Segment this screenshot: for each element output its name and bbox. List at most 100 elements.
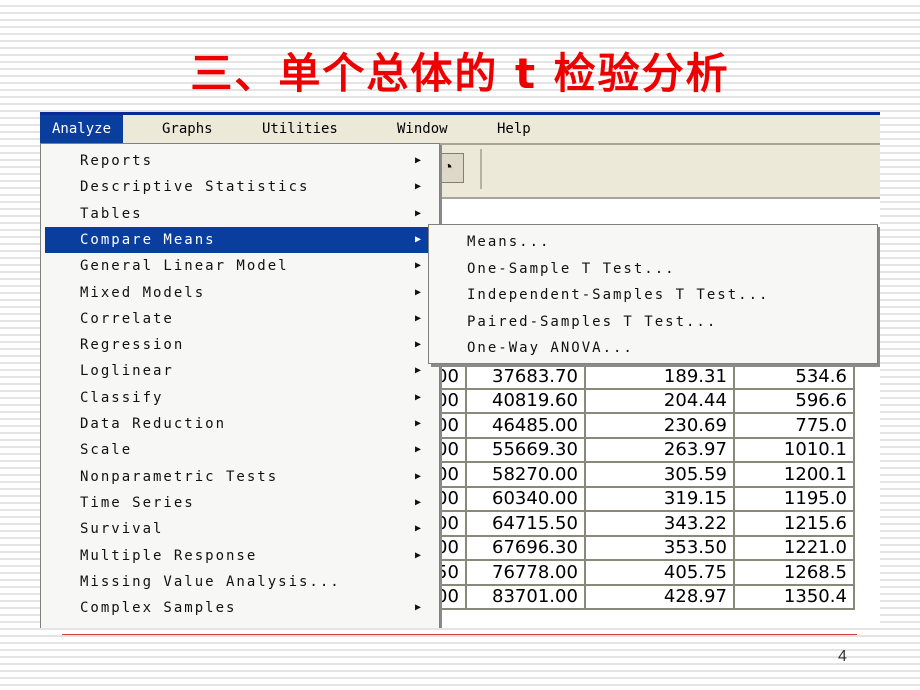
menu-item-classify[interactable]: Classify ▶ — [45, 385, 437, 411]
menu-item-correlate[interactable]: Correlate ▶ — [45, 306, 437, 332]
menu-item-label: Scale — [80, 442, 133, 459]
table-cell[interactable]: 775.0 — [732, 412, 855, 439]
footer-divider — [62, 634, 857, 635]
data-grid: 00 37683.70 189.31 534.6 00 40819.60 204.44 596… — [428, 363, 855, 610]
submenu-item-independent-samples-t-test[interactable]: Independent-Samples T Test... — [467, 282, 769, 308]
menu-item-nonparametric-tests[interactable]: Nonparametric Tests ▶ — [45, 464, 437, 490]
table-cell[interactable]: 1010.1 — [732, 436, 855, 463]
table-cell[interactable]: 1221.0 — [732, 534, 855, 561]
table-cell[interactable]: 596.6 — [732, 387, 855, 414]
menu-item-label: Complex Samples — [80, 600, 237, 617]
menu-item-label: Correlate — [80, 310, 174, 327]
menu-item-multiple-response[interactable]: Multiple Response ▶ — [45, 543, 437, 569]
table-cell[interactable]: 76778.00 — [464, 559, 586, 586]
table-cell[interactable]: 428.97 — [583, 583, 735, 610]
table-cell[interactable]: 204.44 — [583, 387, 735, 414]
submenu-arrow-icon: ▶ — [415, 496, 424, 508]
menu-item-tables[interactable]: Tables ▶ — [45, 201, 437, 227]
menu-item-label: Regression — [80, 337, 185, 354]
table-cell[interactable]: 305.59 — [583, 461, 735, 488]
table-cell[interactable]: 55669.30 — [464, 436, 586, 463]
menu-help[interactable]: Help — [485, 115, 543, 143]
table-cell[interactable]: 1195.0 — [732, 485, 855, 512]
table-cell[interactable]: 58270.00 — [464, 461, 586, 488]
submenu-item-paired-samples-t-test[interactable]: Paired-Samples T Test... — [467, 309, 717, 335]
menu-item-descriptive-statistics[interactable]: Descriptive Statistics ▶ — [45, 174, 437, 200]
menu-item-general-linear-model[interactable]: General Linear Model ▶ — [45, 253, 437, 279]
menu-item-complex-samples[interactable]: Complex Samples ▶ — [45, 595, 437, 621]
table-row: 00 55669.30 263.97 1010.1 — [428, 436, 855, 463]
table-cell[interactable]: 67696.30 — [464, 534, 586, 561]
menu-item-regression[interactable]: Regression ▶ — [45, 332, 437, 358]
menu-item-label: Classify — [80, 389, 164, 406]
menu-item-label: General Linear Model — [80, 258, 289, 275]
menu-window[interactable]: Window — [385, 115, 460, 143]
menu-graphs[interactable]: Graphs — [150, 115, 225, 143]
table-cell[interactable]: 40819.60 — [464, 387, 586, 414]
table-cell[interactable]: 189.31 — [583, 363, 735, 390]
submenu-item-means[interactable]: Means... — [467, 229, 550, 255]
table-cell[interactable]: 46485.00 — [464, 412, 586, 439]
submenu-arrow-icon: ▶ — [415, 444, 424, 456]
table-cell[interactable]: 37683.70 — [464, 363, 586, 390]
table-cell[interactable]: 230.69 — [583, 412, 735, 439]
menu-item-label: Nonparametric Tests — [80, 468, 279, 485]
table-cell[interactable]: 263.97 — [583, 436, 735, 463]
toolbar-separator — [480, 149, 482, 189]
table-row: 00 58270.00 305.59 1200.1 — [428, 461, 855, 488]
menu-item-label: Data Reduction — [80, 416, 227, 432]
table-row: 00 67696.30 353.50 1221.0 — [428, 534, 855, 561]
table-cell[interactable]: 405.75 — [583, 559, 735, 586]
table-row: 00 83701.00 428.97 1350.4 — [428, 583, 855, 610]
table-cell[interactable]: 534.6 — [732, 363, 855, 390]
menu-item-scale[interactable]: Scale ▶ — [45, 437, 437, 463]
submenu-arrow-icon: ▶ — [415, 523, 424, 535]
table-row: 00 46485.00 230.69 775.0 — [428, 412, 855, 439]
submenu-arrow-icon: ▶ — [415, 602, 424, 614]
menu-analyze[interactable]: Analyze — [40, 115, 124, 143]
table-cell[interactable]: 319.15 — [583, 485, 735, 512]
submenu-arrow-icon: ▶ — [415, 260, 424, 272]
submenu-item-one-sample-t-test[interactable]: One-Sample T Test... — [467, 256, 676, 282]
submenu-arrow-icon: ▶ — [415, 339, 424, 351]
table-cell[interactable]: 1215.6 — [732, 510, 855, 537]
menu-item-label: Compare Means — [80, 231, 216, 248]
table-row: 00 40819.60 204.44 596.6 — [428, 387, 855, 414]
menu-item-label: Descriptive Statistics — [80, 179, 310, 196]
table-cell[interactable]: 83701.00 — [464, 583, 586, 610]
analyze-menu: Reports ▶ Descriptive Statistics ▶ Tables ▶ Co… — [40, 143, 440, 628]
table-row: 00 60340.00 319.15 1195.0 — [428, 485, 855, 512]
slide-title: 三、单个总体的 t 检验分析 — [190, 49, 730, 98]
table-cell[interactable]: 64715.50 — [464, 510, 586, 537]
submenu-arrow-icon: ▶ — [415, 391, 424, 403]
table-cell[interactable]: 1350.4 — [732, 583, 855, 610]
table-row: 50 76778.00 405.75 1268.5 — [428, 559, 855, 586]
compare-means-submenu: Means... One-Sample T Test... Independent-… — [428, 224, 878, 364]
menu-item-time-series[interactable]: Time Series ▶ — [45, 490, 437, 516]
table-cell[interactable]: 353.50 — [583, 534, 735, 561]
submenu-arrow-icon: ▶ — [415, 155, 424, 166]
menu-item-survival[interactable]: Survival ▶ — [45, 516, 437, 542]
menu-utilities[interactable]: Utilities — [250, 115, 350, 143]
menu-item-label: Mixed Models — [80, 284, 206, 301]
table-cell[interactable]: 1200.1 — [732, 461, 855, 488]
table-cell[interactable]: 343.22 — [583, 510, 735, 537]
submenu-item-one-way-anova[interactable]: One-Way ANOVA... — [467, 335, 634, 361]
submenu-arrow-icon: ▶ — [415, 470, 424, 482]
table-cell[interactable]: 60340.00 — [464, 485, 586, 512]
menu-item-mixed-models[interactable]: Mixed Models ▶ — [45, 280, 437, 306]
menu-item-loglinear[interactable]: Loglinear ▶ — [45, 358, 437, 384]
menu-item-compare-means[interactable]: Compare Means ▶ — [45, 226, 437, 253]
menu-item-label: Survival — [80, 521, 164, 538]
menu-item-label: Missing Value Analysis... — [80, 573, 341, 590]
page-number: 4 — [838, 648, 847, 665]
submenu-arrow-icon: ▶ — [415, 549, 424, 561]
menu-item-missing-value-analysis[interactable]: Missing Value Analysis... — [45, 569, 437, 595]
menu-item-data-reduction[interactable]: Data Reduction ▶ — [45, 411, 437, 437]
menu-item-reports[interactable]: Reports ▶ — [45, 148, 437, 174]
submenu-arrow-icon: ▶ — [415, 181, 424, 193]
submenu-arrow-icon: ▶ — [415, 418, 424, 429]
submenu-arrow-icon: ▶ — [415, 233, 424, 245]
table-row: 00 37683.70 189.31 534.6 — [428, 363, 855, 390]
table-cell[interactable]: 1268.5 — [732, 559, 855, 586]
